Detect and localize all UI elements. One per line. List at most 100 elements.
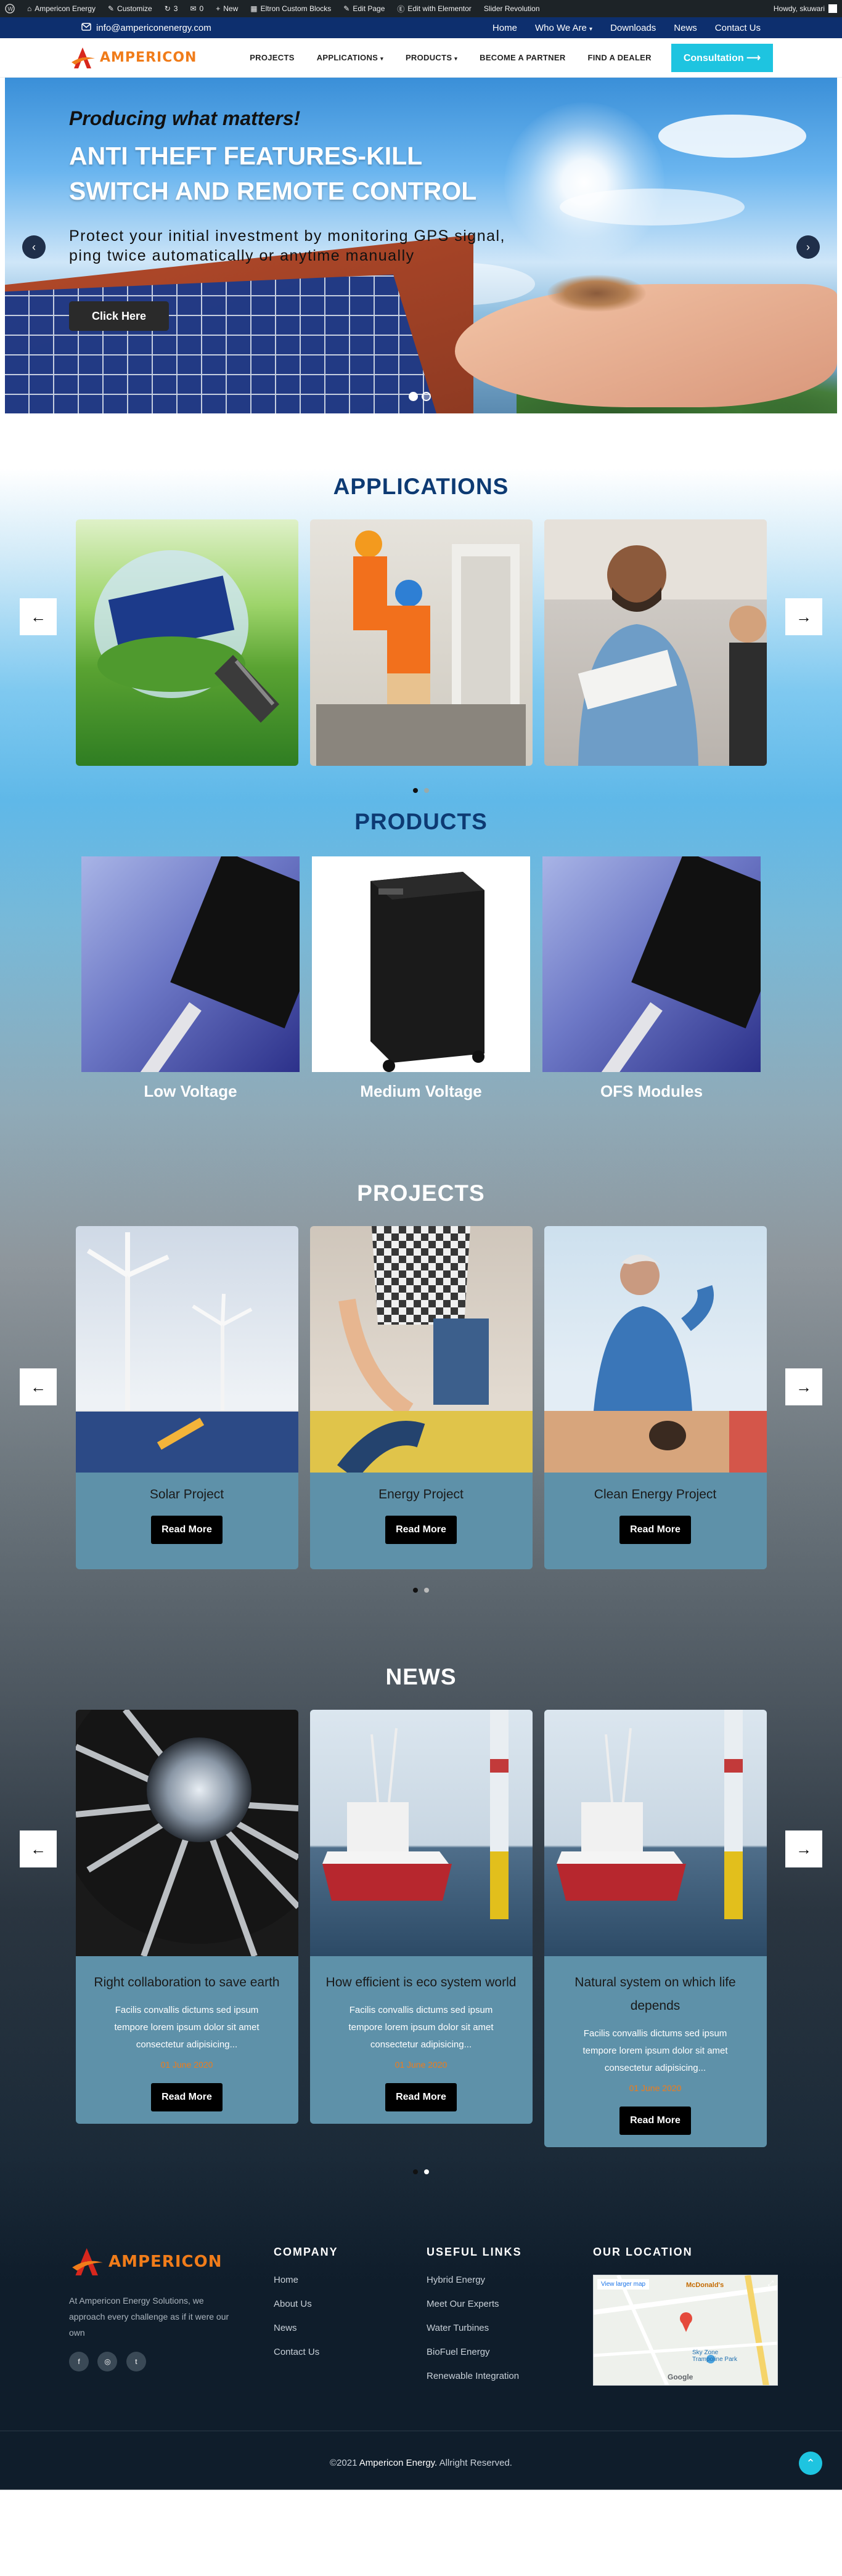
hero-title: ANTI THEFT FEATURES-KILL SWITCH AND REMO… (69, 142, 477, 205)
admin-account[interactable]: Howdy, skuwari (774, 4, 837, 13)
product-card[interactable]: Low Voltage (81, 856, 300, 1101)
carousel-dot[interactable] (413, 1588, 418, 1593)
news-date: 01 June 2020 (629, 2083, 682, 2093)
map-poi-label: Sky Zone Trampoline Park (692, 2349, 737, 2363)
application-card[interactable] (75, 519, 298, 766)
projects-prev-arrow-icon[interactable]: ← (20, 1368, 57, 1405)
svg-text:W: W (7, 7, 13, 13)
top-nav-contact[interactable]: Contact Us (715, 23, 761, 33)
footer-company: COMPANY Home About Us News Contact Us (274, 2246, 338, 2371)
read-more-button[interactable]: Read More (619, 2107, 691, 2135)
energy-project-image (309, 1226, 533, 1473)
read-more-button[interactable]: Read More (151, 2083, 223, 2111)
admin-custom-blocks[interactable]: ▦ Eltron Custom Blocks (250, 4, 331, 13)
read-more-button[interactable]: Read More (619, 1516, 691, 1544)
email-link[interactable]: info@ampericonenergy.com (96, 23, 211, 33)
footer-link[interactable]: Water Turbines (427, 2323, 522, 2333)
news-next-arrow-icon[interactable]: → (785, 1830, 822, 1867)
carousel-dot[interactable] (424, 2169, 429, 2174)
footer-link[interactable]: Hybrid Energy (427, 2275, 522, 2285)
top-nav-news[interactable]: News (674, 23, 697, 33)
read-more-button[interactable]: Read More (151, 1516, 223, 1544)
view-larger-map-link[interactable]: View larger map (597, 2279, 650, 2290)
projects-title: PROJECTS (357, 1180, 485, 1206)
map-poi-label: McDonald's (686, 2281, 724, 2289)
hero-next-arrow-icon[interactable]: › (796, 235, 820, 259)
map-image (594, 2275, 777, 2385)
admin-edit-page[interactable]: ✎ Edit Page (343, 4, 385, 13)
news-card: Right collaboration to save earth Facili… (75, 1710, 298, 2124)
nav-products[interactable]: PRODUCTS ▾ (406, 53, 457, 62)
plus-icon: + (216, 4, 221, 13)
consultation-button[interactable]: Consultation ⟶ (671, 43, 773, 72)
admin-comments[interactable]: ✉ 0 (190, 4, 203, 13)
site-logo[interactable]: AMPERICON (69, 44, 197, 72)
application-card[interactable] (309, 519, 533, 766)
blocks-icon: ▦ (250, 4, 258, 13)
admin-edit-elementor[interactable]: Ⓔ Edit with Elementor (397, 4, 471, 14)
footer-link[interactable]: Contact Us (274, 2347, 338, 2357)
carousel-dot[interactable] (413, 2169, 418, 2174)
footer-link[interactable]: Meet Our Experts (427, 2299, 522, 2309)
nav-projects[interactable]: PROJECTS (250, 53, 294, 62)
news-excerpt: Facilis convallis dictums sed ipsum temp… (114, 2005, 260, 2050)
pencil-icon: ✎ (343, 4, 350, 13)
workers-image (309, 1226, 533, 1473)
footer-link[interactable]: News (274, 2323, 338, 2333)
application-card[interactable] (544, 519, 767, 766)
footer-link[interactable]: Renewable Integration (427, 2371, 522, 2381)
projects-carousel: Solar Project Read More Energy Project R… (0, 1226, 842, 1569)
product-card[interactable]: Medium Voltage (312, 856, 530, 1101)
news-item-title[interactable]: How efficient is eco system world (325, 1971, 518, 1994)
logo-mark-icon (72, 2248, 103, 2276)
news-item-title[interactable]: Natural system on which life depends (559, 1971, 752, 2018)
nav-find-dealer[interactable]: FIND A DEALER (588, 53, 652, 62)
admin-customize[interactable]: ✎ Customize (108, 4, 152, 13)
facebook-icon[interactable]: f (69, 2352, 89, 2371)
news-item-title[interactable]: Right collaboration to save earth (91, 1971, 284, 1994)
products-section: PRODUCTS Low Voltage Medium Voltage OFS … (0, 783, 842, 1159)
news-card: How efficient is eco system world Facili… (309, 1710, 533, 2124)
home-icon: ⌂ (27, 4, 32, 13)
hero-dot[interactable] (409, 392, 418, 401)
admin-site-name[interactable]: ⌂ Ampericon Energy (27, 4, 96, 13)
hero-cta-button[interactable]: Click Here (69, 301, 169, 331)
hero-dot[interactable] (422, 392, 431, 401)
news-prev-arrow-icon[interactable]: ← (20, 1830, 57, 1867)
top-nav-home[interactable]: Home (493, 23, 517, 33)
admin-new[interactable]: + New (216, 4, 238, 13)
top-nav-downloads[interactable]: Downloads (610, 23, 656, 33)
instagram-icon[interactable]: ◎ (97, 2352, 118, 2371)
twitter-icon[interactable]: t (126, 2352, 146, 2371)
expand-map-icon[interactable]: ⤢ (767, 2279, 774, 2288)
applications-next-arrow-icon[interactable]: → (785, 598, 822, 635)
hero-prev-arrow-icon[interactable]: ‹ (22, 235, 46, 259)
location-map[interactable]: View larger map McDonald's Sky Zone Tram… (593, 2275, 778, 2386)
footer-logo[interactable]: AMPERICON (69, 2243, 229, 2280)
chevron-down-icon: ▾ (589, 25, 593, 33)
read-more-button[interactable]: Read More (385, 1516, 457, 1544)
top-nav-who-we-are[interactable]: Who We Are ▾ (535, 23, 592, 33)
carousel-dot[interactable] (424, 1588, 429, 1593)
clean-energy-image (544, 1226, 767, 1473)
admin-slider-revolution[interactable]: Slider Revolution (484, 4, 540, 13)
footer-link[interactable]: BioFuel Energy (427, 2347, 522, 2357)
hero-slider: Producing what matters! ANTI THEFT FEATU… (5, 78, 837, 413)
nav-become-partner[interactable]: BECOME A PARTNER (480, 53, 565, 62)
wordpress-logo-icon[interactable]: W (5, 4, 15, 14)
elementor-icon: Ⓔ (397, 4, 405, 14)
read-more-button[interactable]: Read More (385, 2083, 457, 2111)
admin-updates[interactable]: ↻ 3 (165, 4, 178, 13)
site-header: AMPERICON PROJECTS APPLICATIONS ▾ PRODUCT… (0, 38, 842, 78)
applications-prev-arrow-icon[interactable]: ← (20, 598, 57, 635)
footer-link[interactable]: Home (274, 2275, 338, 2285)
product-card[interactable]: OFS Modules (542, 856, 761, 1101)
top-nav: Home Who We Are ▾ Downloads News Contact… (493, 23, 761, 33)
project-card: Clean Energy Project Read More (544, 1226, 767, 1569)
back-to-top-icon[interactable]: ⌃ (799, 2452, 822, 2475)
hero-hand (455, 284, 837, 407)
footer-link[interactable]: About Us (274, 2299, 338, 2309)
nav-applications[interactable]: APPLICATIONS ▾ (317, 53, 383, 62)
projects-next-arrow-icon[interactable]: → (785, 1368, 822, 1405)
project-card: Solar Project Read More (75, 1226, 298, 1569)
